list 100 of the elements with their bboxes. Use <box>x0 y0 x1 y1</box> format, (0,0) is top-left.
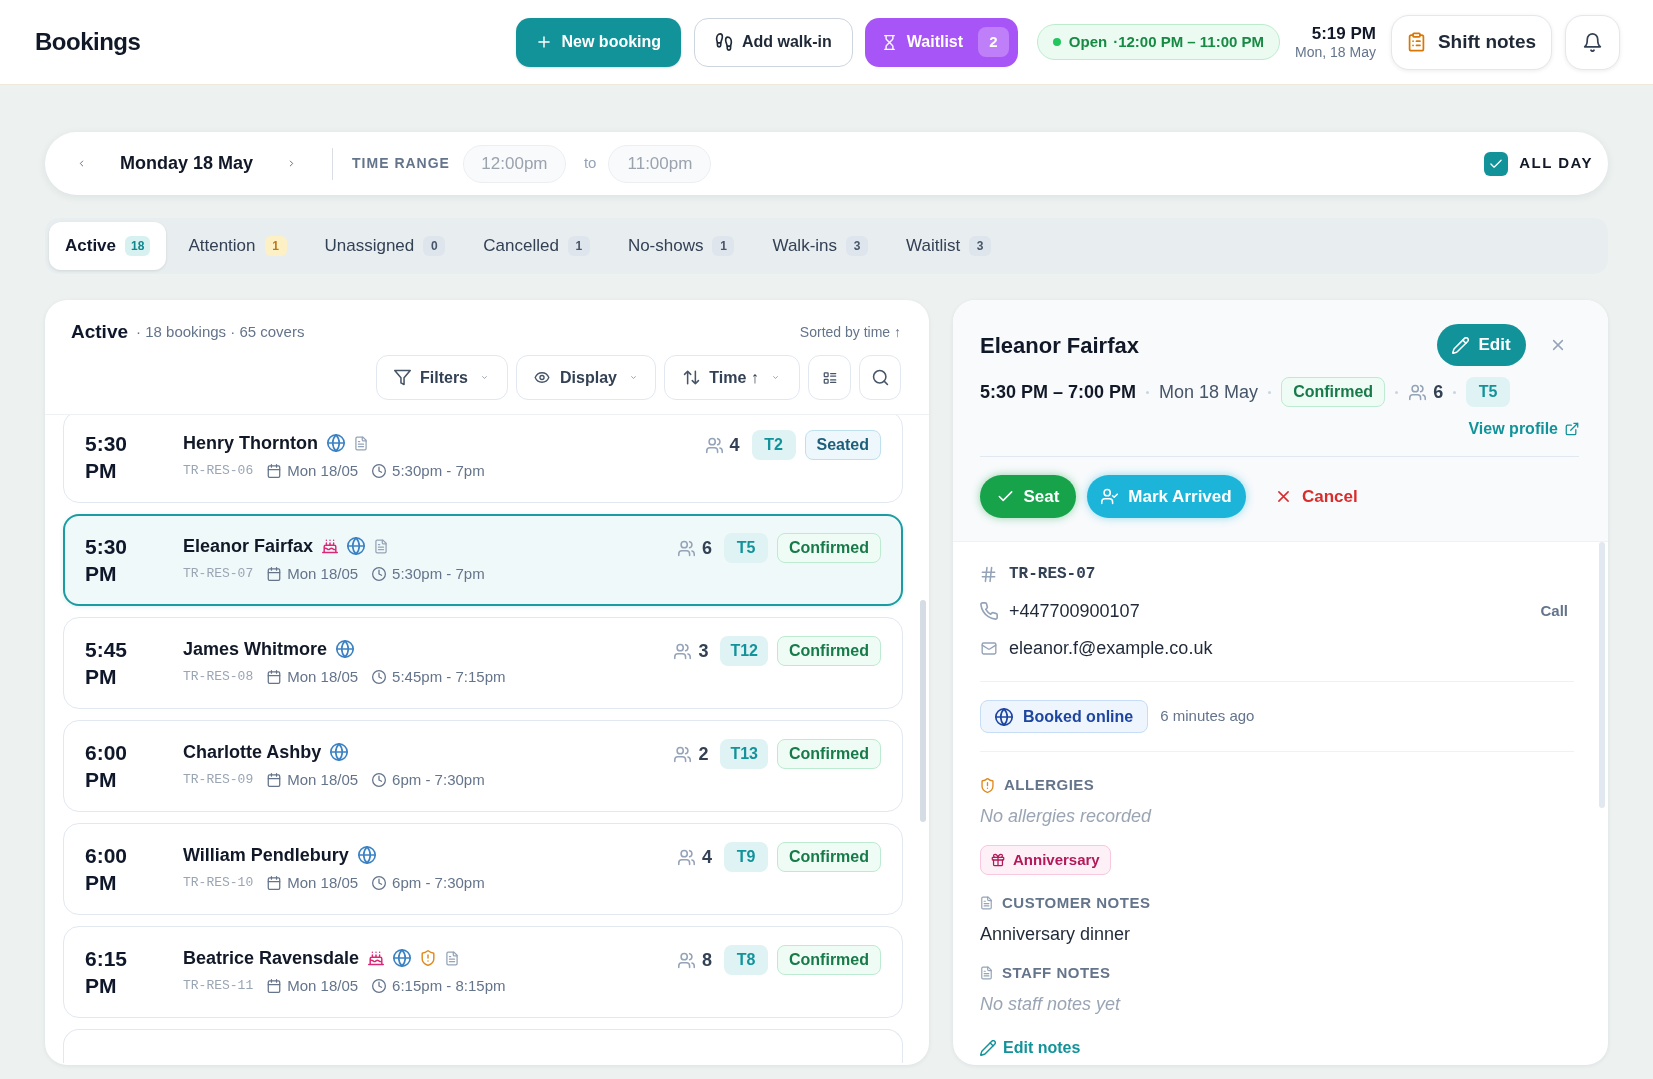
filter-tab[interactable]: Active 18 <box>49 222 167 270</box>
list-view-icon <box>822 370 837 385</box>
tab-count: 0 <box>423 236 446 256</box>
booking-row[interactable]: 6:15 PM Beatrice Ravensdale TR-RES-11 Mon 18/05 6:15pm - 8:15pm 8 T8 Confirmed <box>63 926 903 1018</box>
status-badge: Confirmed <box>777 842 881 872</box>
search-button[interactable] <box>859 355 901 400</box>
view-toggle-button[interactable] <box>808 355 851 400</box>
filter-tab[interactable]: Cancelled 1 <box>467 222 606 270</box>
booking-row[interactable]: 5:45 PM James Whitmore TR-RES-08 Mon 18/05 5:45pm - 7:15pm 3 T12 Confirmed <box>63 617 903 709</box>
table-badge: T5 <box>724 533 768 563</box>
time-slot: 5:30pm - 7pm <box>392 459 485 483</box>
booking-time-range: 5:30 PM – 7:00 PM <box>980 380 1137 404</box>
booking-reference: TR-RES-07 <box>1009 564 1096 585</box>
booked-time: 6 minutes ago <box>1160 706 1255 727</box>
clock-icon <box>372 670 387 684</box>
page-title: Bookings <box>35 27 141 57</box>
booking-date: Mon 18/05 <box>287 872 359 893</box>
tab-count: 3 <box>969 236 992 256</box>
tab-count: 1 <box>264 236 287 256</box>
booking-time: 6:15 PM <box>85 946 129 999</box>
clock-date: Mon, 18 May <box>1295 43 1376 62</box>
filter-tab[interactable]: Attention 1 <box>172 222 303 270</box>
search-icon <box>871 369 889 386</box>
occasion-tag: Anniversary <box>980 845 1111 875</box>
sort-button[interactable]: Time ↑ <box>664 355 800 400</box>
opening-hours: ·12:00 PM – 11:00 PM <box>1113 31 1265 52</box>
display-button[interactable]: Display <box>516 355 656 400</box>
waitlist-button[interactable]: Waitlist 2 <box>864 17 1018 67</box>
guest-name: William Pendlebury <box>183 843 349 867</box>
edit-button[interactable]: Edit <box>1437 324 1526 366</box>
booking-reference: TR-RES-08 <box>183 668 254 687</box>
gift-icon <box>991 853 1005 867</box>
status-label: Open <box>1068 31 1108 52</box>
cover-count: 8 <box>702 948 712 972</box>
booking-reference: TR-RES-11 <box>183 977 254 996</box>
time-range-label: TIME RANGE <box>352 154 450 173</box>
status-badge: Confirmed <box>1281 377 1386 407</box>
booking-row[interactable]: 5:30 PM Eleanor Fairfax TR-RES-07 Mon 18/05 5:30pm - 7pm 6 T5 Confirmed <box>63 514 903 606</box>
scrollbar-thumb[interactable] <box>1599 542 1605 808</box>
cover-count: 4 <box>702 845 712 869</box>
call-link[interactable]: Call <box>1540 599 1568 623</box>
hourglass-icon <box>881 34 897 50</box>
phone-icon <box>980 602 998 620</box>
filter-tab[interactable]: Waitlist 3 <box>890 222 1008 270</box>
clock-icon <box>372 567 387 581</box>
calendar-icon <box>267 464 282 478</box>
close-icon <box>1550 337 1566 353</box>
cover-count: 4 <box>729 433 740 457</box>
all-day-checkbox[interactable] <box>1484 151 1509 176</box>
current-date: Monday 18 May <box>120 152 254 175</box>
booking-date: Mon 18 May <box>1159 380 1259 404</box>
table-badge: T13 <box>720 739 768 769</box>
people-icon <box>673 745 693 763</box>
document-icon <box>980 895 993 911</box>
booking-source-badge: Booked online <box>980 700 1149 733</box>
close-icon <box>1275 488 1292 505</box>
table-badge: T12 <box>720 636 768 666</box>
view-profile-link[interactable]: View profile <box>1468 419 1579 439</box>
shield-alert-icon <box>980 776 995 794</box>
tab-count: 18 <box>125 236 151 256</box>
section-heading: ALLERGIES <box>1004 774 1095 795</box>
cancel-button[interactable]: Cancel <box>1271 475 1362 518</box>
scrollbar-thumb[interactable] <box>920 600 926 822</box>
footprints-icon <box>714 33 733 51</box>
booking-reference: TR-RES-09 <box>183 771 254 790</box>
shift-notes-button[interactable]: Shift notes <box>1391 14 1552 70</box>
section-heading: CUSTOMER NOTES <box>1002 892 1151 913</box>
guest-name: Henry Thornton <box>183 431 318 455</box>
pencil-icon <box>1452 336 1470 354</box>
pencil-icon <box>980 1040 996 1056</box>
booking-row[interactable]: 6:00 PM William Pendlebury TR-RES-10 Mon 18/05 6pm - 7:30pm 4 T9 Confirmed <box>63 823 903 915</box>
note-text: Anniversary dinner <box>980 923 1131 945</box>
booking-time: 5:30 PM <box>85 431 129 484</box>
people-icon <box>1408 383 1428 401</box>
filter-tab[interactable]: Unassigned 0 <box>308 222 462 270</box>
booking-row[interactable]: 5:30 PM Henry Thornton TR-RES-06 Mon 18/05 5:30pm - 7pm 4 T2 Seated <box>63 415 903 503</box>
guest-name: Beatrice Ravensdale <box>183 946 360 970</box>
edit-notes-link[interactable]: Edit notes <box>980 1037 1081 1059</box>
guest-name: Eleanor Fairfax <box>183 534 314 558</box>
panel-title: Active <box>71 319 129 344</box>
booking-row[interactable] <box>63 1029 903 1063</box>
new-booking-button[interactable]: New booking <box>515 17 681 67</box>
cover-count: 2 <box>698 742 709 766</box>
chevron-down-icon <box>479 374 490 381</box>
booking-time: 6:00 PM <box>85 740 129 793</box>
filters-button[interactable]: Filters <box>376 355 508 400</box>
external-link-icon <box>1565 422 1579 436</box>
plus-icon <box>535 34 552 50</box>
calendar-icon <box>267 773 282 787</box>
booking-row[interactable]: 6:00 PM Charlotte Ashby TR-RES-09 Mon 18/05 6pm - 7:30pm 2 T13 Confirmed <box>63 720 903 812</box>
filter-tab[interactable]: No-shows 1 <box>611 222 751 270</box>
people-icon <box>673 642 693 660</box>
tab-count: 3 <box>846 236 869 256</box>
notifications-button[interactable] <box>1565 14 1620 70</box>
clock-icon <box>372 773 387 787</box>
add-walk-in-button[interactable]: Add walk-in <box>693 17 853 67</box>
document-icon <box>980 965 993 981</box>
filter-tab[interactable]: Walk-ins 3 <box>756 222 885 270</box>
booking-date: Mon 18/05 <box>287 769 359 790</box>
hash-icon <box>980 565 997 583</box>
